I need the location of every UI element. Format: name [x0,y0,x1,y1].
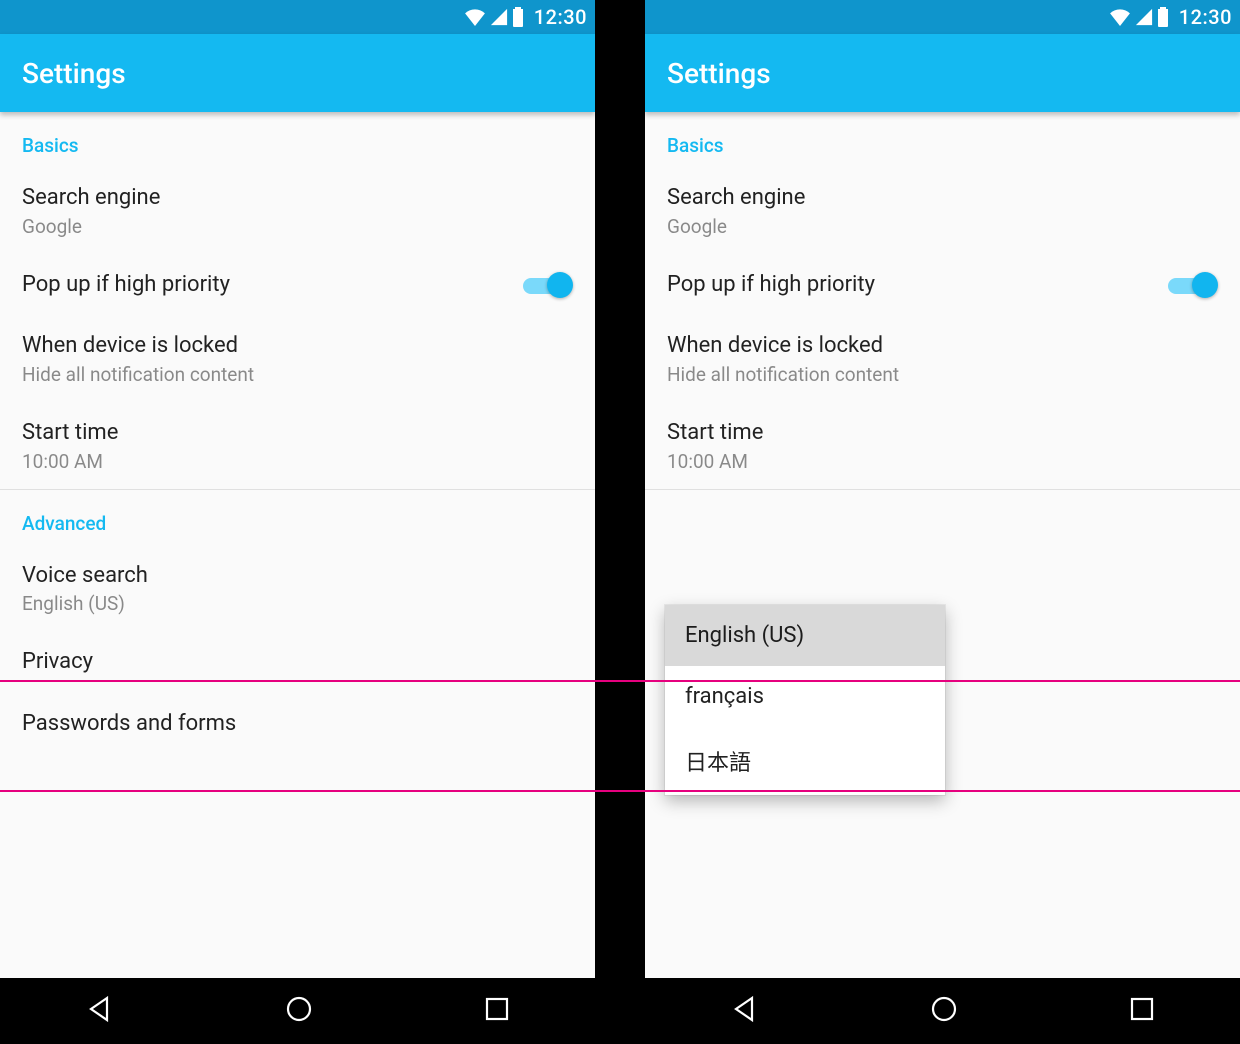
language-dropdown[interactable]: English (US) français 日本語 [665,605,945,795]
pref-value: Google [667,215,1218,238]
nav-bar [645,978,1240,1044]
pref-start-time[interactable]: Start time 10:00 AM [645,402,1240,489]
section-header-advanced-placeholder [645,490,1240,536]
switch-thumb [547,272,573,298]
pref-title: Search engine [667,183,1218,213]
dropdown-option[interactable]: 日本語 [665,727,945,795]
pref-search-engine[interactable]: Search engine Google [0,167,595,254]
pref-start-time[interactable]: Start time 10:00 AM [0,402,595,489]
section-header-advanced: Advanced [0,490,595,545]
cell-signal-icon [490,8,508,26]
pref-title: When device is locked [667,331,1218,361]
pref-when-locked[interactable]: When device is locked Hide all notificat… [0,315,595,402]
pref-when-locked[interactable]: When device is locked Hide all notificat… [645,315,1240,402]
pref-title: Voice search [22,561,573,591]
toggle-switch[interactable] [1168,271,1216,299]
pref-title: Start time [667,418,1218,448]
status-time: 12:30 [534,5,587,29]
phone-right: 12:30 Settings Basics Search engine Goog… [645,0,1240,1044]
dropdown-option[interactable]: English (US) [665,605,945,666]
pref-value: 10:00 AM [22,450,573,473]
pref-title: Privacy [22,647,573,677]
pref-title: Pop up if high priority [22,270,230,300]
home-icon[interactable] [284,994,314,1028]
settings-content-right[interactable]: Basics Search engine Google Pop up if hi… [645,112,1240,978]
pref-value: English (US) [22,592,573,615]
section-header-basics: Basics [645,112,1240,167]
pref-privacy[interactable]: Privacy [0,631,595,693]
recents-icon[interactable] [1129,996,1155,1026]
pref-title: When device is locked [22,331,573,361]
dropdown-option[interactable]: français [665,666,945,727]
pref-title: Search engine [22,183,573,213]
alignment-guide-top [0,680,1240,682]
pref-value: Google [22,215,573,238]
nav-bar [0,978,595,1044]
comparison-stage: 12:30 Settings Basics Search engine Goog… [0,0,1240,1044]
status-bar: 12:30 [645,0,1240,34]
recents-icon[interactable] [484,996,510,1026]
back-icon[interactable] [85,994,115,1028]
settings-content-left[interactable]: Basics Search engine Google Pop up if hi… [0,112,595,978]
phone-left: 12:30 Settings Basics Search engine Goog… [0,0,595,1044]
pref-value: Hide all notification content [667,363,1218,386]
app-bar: Settings [645,34,1240,112]
pref-value: Hide all notification content [22,363,573,386]
alignment-guide-bottom [0,790,1240,792]
pref-popup-priority[interactable]: Pop up if high priority [0,254,595,316]
pref-popup-priority[interactable]: Pop up if high priority [645,254,1240,316]
back-icon[interactable] [730,994,760,1028]
battery-icon [1157,7,1169,27]
battery-icon [512,7,524,27]
pref-passwords-forms[interactable]: Passwords and forms [0,693,595,755]
status-time: 12:30 [1179,5,1232,29]
page-title: Settings [667,57,771,90]
switch-thumb [1192,272,1218,298]
page-title: Settings [22,57,126,90]
pref-title: Start time [22,418,573,448]
wifi-icon [1109,8,1131,26]
wifi-icon [464,8,486,26]
pref-voice-search[interactable]: Voice search English (US) [0,545,595,632]
pref-title: Pop up if high priority [667,270,875,300]
cell-signal-icon [1135,8,1153,26]
pref-title: Passwords and forms [22,709,573,739]
pref-value: 10:00 AM [667,450,1218,473]
status-bar: 12:30 [0,0,595,34]
home-icon[interactable] [929,994,959,1028]
section-header-basics: Basics [0,112,595,167]
toggle-switch[interactable] [523,271,571,299]
app-bar: Settings [0,34,595,112]
pref-search-engine[interactable]: Search engine Google [645,167,1240,254]
